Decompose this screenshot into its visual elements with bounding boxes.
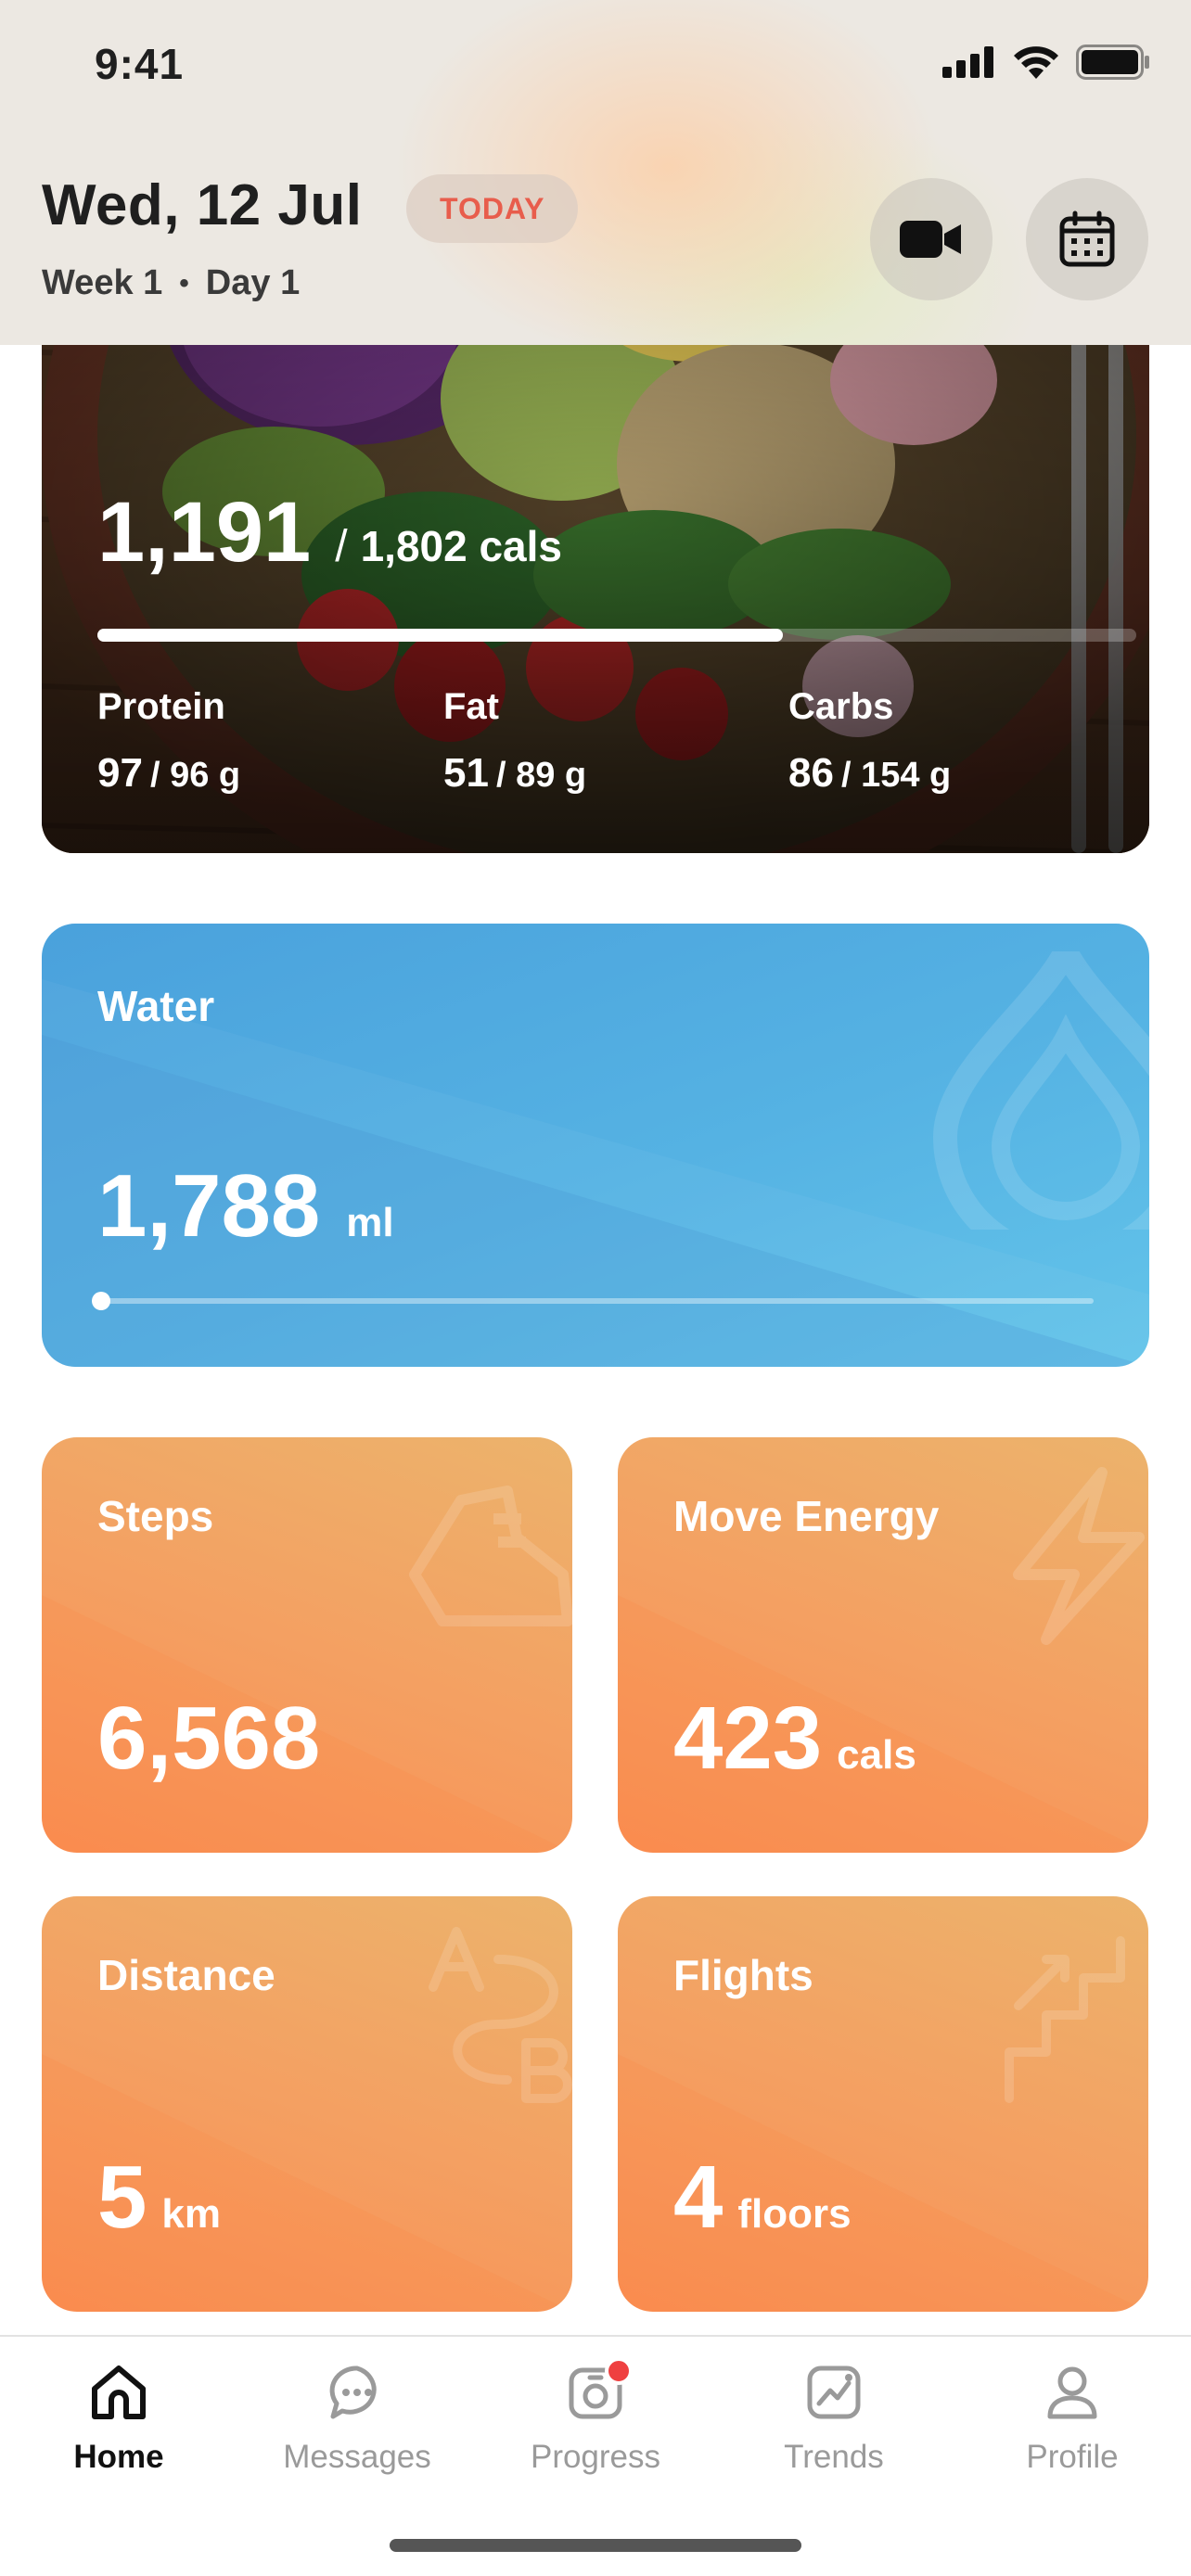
tab-label: Profile xyxy=(1026,2439,1119,2475)
flights-value: 4 xyxy=(673,2148,724,2247)
move-energy-amount: 423 cals xyxy=(673,1688,916,1790)
move-energy-unit: cals xyxy=(837,1732,916,1778)
tab-trends[interactable]: Trends xyxy=(715,2359,953,2476)
macro-value: 51 xyxy=(443,750,489,796)
home-indicator xyxy=(390,2539,801,2552)
header-date: Wed, 12 Jul xyxy=(42,173,363,237)
steps-value: 6,568 xyxy=(97,1689,321,1788)
macro-fat: Fat 51 / 89 g xyxy=(443,686,586,797)
flights-card[interactable]: Flights 4 floors xyxy=(618,1896,1148,2312)
water-progress-bar[interactable] xyxy=(92,1292,1094,1310)
separator-dot: • xyxy=(179,267,189,299)
tab-label: Messages xyxy=(283,2439,431,2475)
tab-label: Home xyxy=(73,2439,164,2475)
app-header: 9:41 Wed, 12 Jul TODAY Week 1 • Day 1 xyxy=(0,0,1191,345)
distance-amount: 5 km xyxy=(97,2147,221,2249)
macro-value-row: 51 / 89 g xyxy=(443,750,586,797)
status-bar-icons xyxy=(942,45,1150,80)
distance-value: 5 xyxy=(97,2148,147,2247)
steps-card[interactable]: Steps 6,568 xyxy=(42,1437,572,1853)
calories-progress-fill xyxy=(97,629,784,642)
steps-amount: 6,568 xyxy=(97,1688,320,1790)
today-badge[interactable]: TODAY xyxy=(406,174,579,243)
flights-amount: 4 floors xyxy=(673,2147,852,2249)
steps-title: Steps xyxy=(97,1492,214,1540)
water-card[interactable]: Water 1,788 ml xyxy=(42,924,1149,1367)
sneaker-icon xyxy=(409,1486,572,1626)
distance-unit: km xyxy=(161,2191,221,2237)
move-energy-title: Move Energy xyxy=(673,1492,940,1540)
status-bar-time: 9:41 xyxy=(95,40,185,88)
calendar-icon xyxy=(1059,210,1115,267)
calories-consumed: 1,191 xyxy=(97,485,312,580)
macro-carbs: Carbs 86 / 154 g xyxy=(788,686,951,797)
distance-card[interactable]: Distance 5 km xyxy=(42,1896,572,2312)
calories-card[interactable]: 1,191 / 1,802 cals Protein 97 / 96 g Fat… xyxy=(42,278,1149,853)
person-icon xyxy=(1039,2359,1106,2426)
battery-icon xyxy=(1076,45,1149,80)
water-unit: ml xyxy=(346,1200,394,1245)
water-progress-knob[interactable] xyxy=(92,1292,110,1310)
calories-progress-bar xyxy=(97,629,1136,642)
home-icon xyxy=(85,2359,152,2426)
notification-badge xyxy=(605,2357,633,2385)
macro-goal: / 154 g xyxy=(840,756,952,795)
calories-separator: / xyxy=(335,522,348,571)
week-day-label: Week 1 • Day 1 xyxy=(42,263,300,303)
move-energy-value: 423 xyxy=(673,1689,823,1788)
distance-title: Distance xyxy=(97,1951,275,1999)
cellular-signal-icon xyxy=(942,46,993,78)
macro-label: Protein xyxy=(97,686,225,727)
wifi-icon xyxy=(1014,46,1058,79)
stairs-icon xyxy=(1005,1936,1125,2103)
lightning-icon xyxy=(1013,1467,1145,1645)
trend-chart-icon xyxy=(800,2359,867,2426)
tab-profile[interactable]: Profile xyxy=(954,2359,1191,2476)
calories-goal: 1,802 cals xyxy=(360,522,562,570)
macro-value-row: 97 / 96 g xyxy=(97,750,240,797)
video-call-button[interactable] xyxy=(870,178,992,300)
macro-value-row: 86 / 154 g xyxy=(788,750,951,797)
move-energy-card[interactable]: Move Energy 423 cals xyxy=(618,1437,1148,1853)
calendar-button[interactable] xyxy=(1026,178,1148,300)
macro-goal: / 89 g xyxy=(495,756,587,795)
water-drop-icon xyxy=(932,951,1149,1230)
macro-protein: Protein 97 / 96 g xyxy=(97,686,240,797)
calories-summary: 1,191 / 1,802 cals xyxy=(97,484,562,581)
tab-progress[interactable]: Progress xyxy=(477,2357,714,2476)
camera-progress-icon xyxy=(562,2357,633,2426)
tab-label: Trends xyxy=(784,2439,884,2475)
macro-value: 97 xyxy=(97,750,143,796)
tab-label: Progress xyxy=(530,2439,661,2475)
week-label: Week 1 xyxy=(42,263,163,302)
tab-home[interactable]: Home xyxy=(0,2359,237,2476)
day-label: Day 1 xyxy=(205,263,301,302)
water-value: 1,788 xyxy=(97,1156,321,1256)
a-to-b-route-icon xyxy=(429,1927,572,2103)
flights-unit: floors xyxy=(737,2191,852,2237)
tab-messages[interactable]: Messages xyxy=(238,2359,476,2476)
chat-bubble-icon xyxy=(324,2359,391,2426)
water-title: Water xyxy=(97,982,215,1030)
macro-goal: / 96 g xyxy=(149,756,241,795)
flights-title: Flights xyxy=(673,1951,813,1999)
water-amount: 1,788 ml xyxy=(97,1155,394,1257)
macro-label: Fat xyxy=(443,686,499,727)
macro-label: Carbs xyxy=(788,686,894,727)
macro-value: 86 xyxy=(788,750,834,796)
video-camera-icon xyxy=(900,221,961,258)
